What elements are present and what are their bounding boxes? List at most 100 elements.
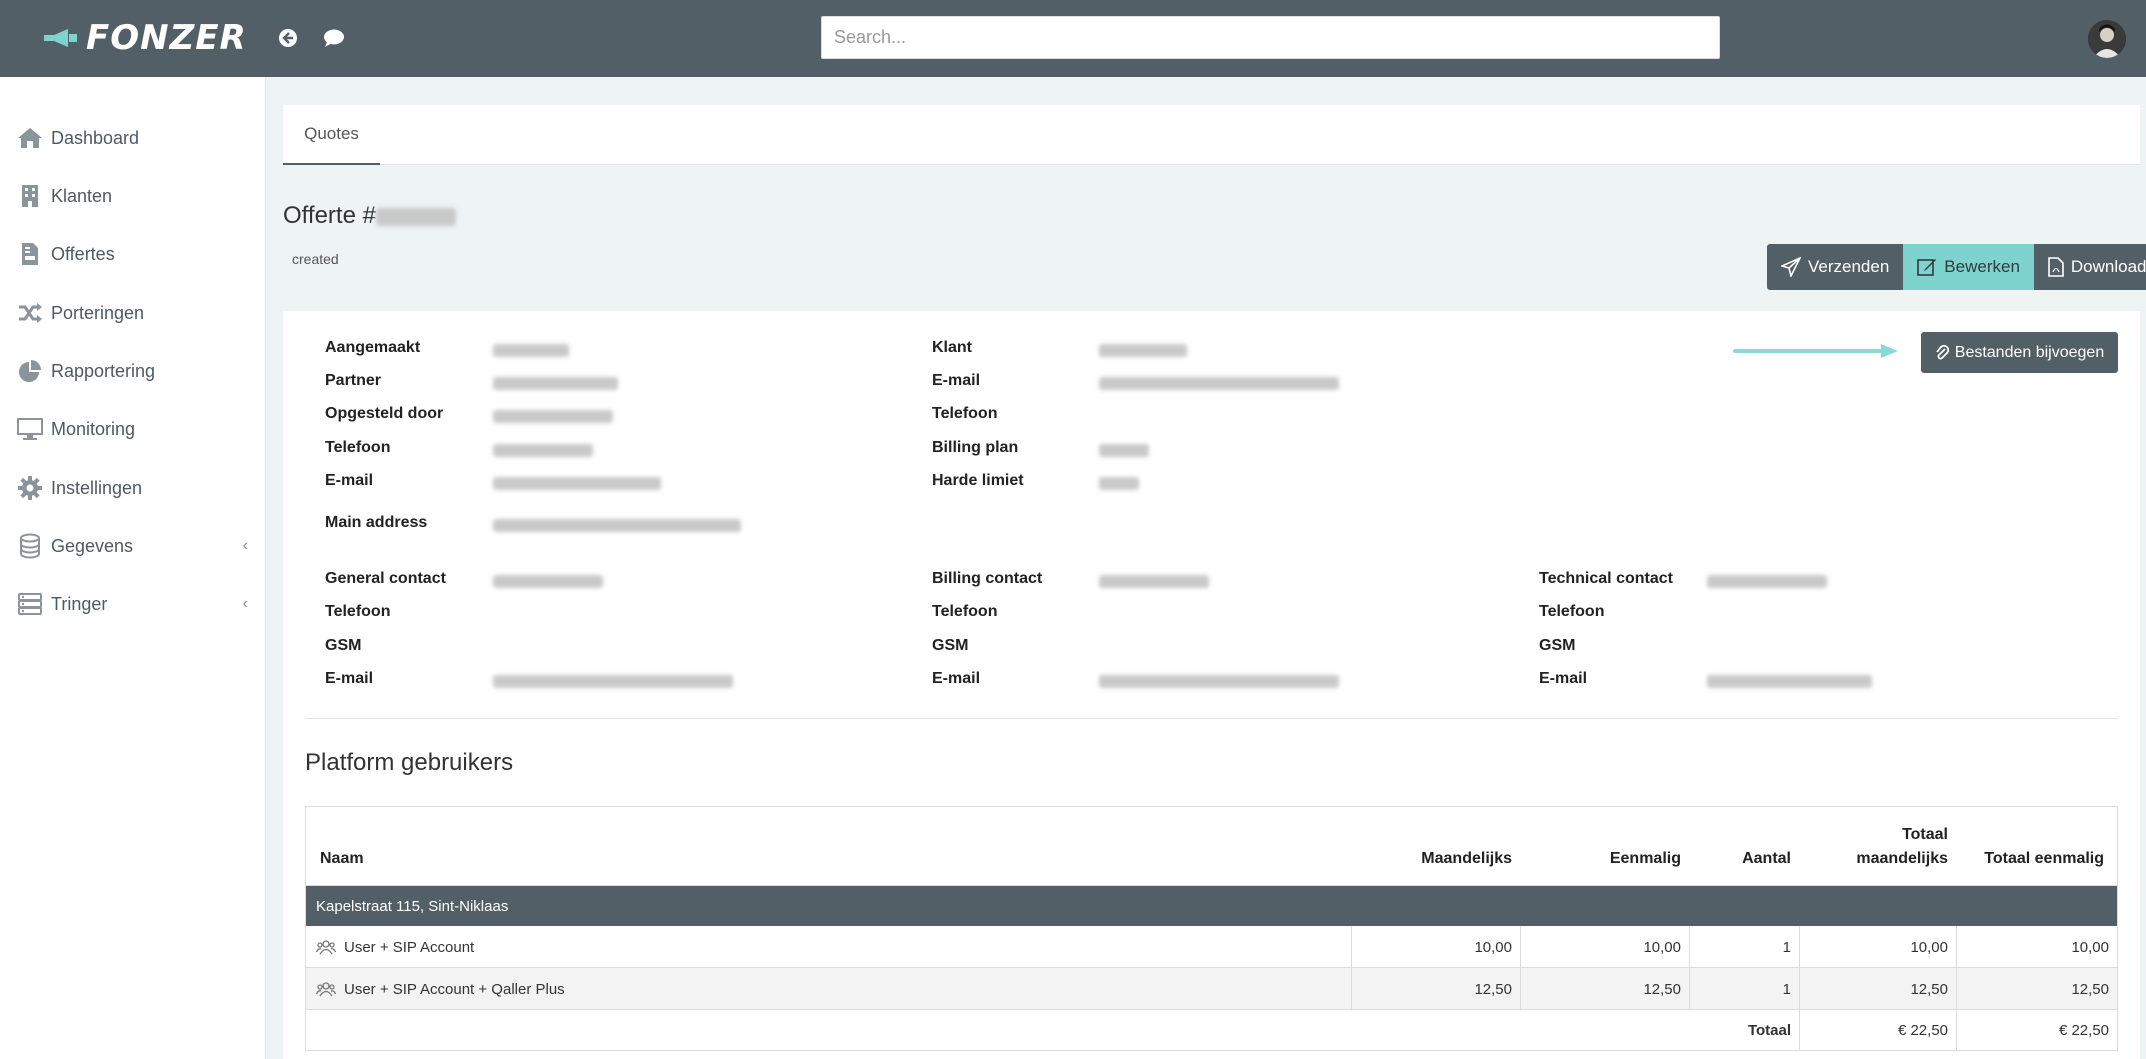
sidebar: Dashboard Klanten Offertes Porteringen R… bbox=[0, 77, 266, 1059]
section-title: Platform gebruikers bbox=[305, 749, 514, 776]
table-row[interactable]: User + SIP Account 10,00 10,00 1 10,00 1… bbox=[306, 926, 2117, 968]
redacted-value bbox=[1099, 344, 1187, 357]
label-email: E-mail bbox=[325, 670, 374, 687]
sidebar-item-porteringen[interactable]: Porteringen bbox=[0, 291, 266, 335]
label-main-address: Main address bbox=[325, 514, 428, 531]
file-pdf-icon bbox=[2048, 257, 2064, 277]
database-icon bbox=[16, 533, 44, 559]
cell-maandelijks: 12,50 bbox=[1352, 968, 1521, 1010]
redacted-value bbox=[1099, 575, 1209, 588]
cell-aantal: 1 bbox=[1690, 926, 1800, 968]
label-harde-limiet: Harde limiet bbox=[932, 472, 1024, 489]
label-email: E-mail bbox=[1539, 670, 1588, 687]
logo[interactable]: FONZER bbox=[44, 18, 247, 58]
label-technical-contact: Technical contact bbox=[1539, 570, 1673, 587]
column-header-aantal: Aantal bbox=[1742, 850, 1791, 867]
sidebar-item-label: Porteringen bbox=[51, 302, 145, 323]
attach-files-button[interactable]: Bestanden bijvoegen bbox=[1921, 332, 2118, 373]
send-button[interactable]: Verzenden bbox=[1767, 244, 1904, 290]
cell-name: User + SIP Account + Qaller Plus bbox=[306, 968, 1352, 1010]
sidebar-item-tringer[interactable]: Tringer ‹ bbox=[0, 582, 266, 626]
cell-totaal-eenmalig: 10,00 bbox=[2071, 938, 2109, 956]
chevron-left-icon: ‹ bbox=[242, 595, 248, 612]
label-telefoon: Telefoon bbox=[325, 603, 391, 620]
sidebar-item-monitoring[interactable]: Monitoring bbox=[0, 407, 266, 451]
redacted-value bbox=[1707, 675, 1872, 688]
sidebar-item-label: Gegevens bbox=[51, 535, 134, 556]
row-name: User + SIP Account bbox=[344, 938, 475, 956]
search-input[interactable] bbox=[821, 16, 1720, 59]
column-header-totaal-maandelijks: Totaal maandelijks bbox=[1856, 823, 1948, 871]
cell-totaal-eenmalig: 12,50 bbox=[2071, 980, 2109, 998]
tab-quotes[interactable]: Quotes bbox=[283, 105, 380, 165]
label-email: E-mail bbox=[325, 472, 374, 489]
column-header-totaal-eenmalig: Totaal eenmalig bbox=[1984, 850, 2104, 867]
label-telefoon: Telefoon bbox=[1539, 603, 1605, 620]
edit-button[interactable]: Bewerken bbox=[1903, 244, 2034, 290]
sidebar-item-instellingen[interactable]: Instellingen bbox=[0, 466, 266, 510]
column-header-naam: Naam bbox=[320, 850, 364, 867]
megaphone-icon bbox=[44, 29, 77, 47]
paperclip-icon bbox=[1936, 344, 1949, 359]
row-name: User + SIP Account + Qaller Plus bbox=[344, 980, 565, 998]
sidebar-item-dashboard[interactable]: Dashboard bbox=[0, 116, 266, 160]
back-arrow-icon[interactable] bbox=[274, 24, 302, 52]
sidebar-item-label: Offertes bbox=[51, 243, 115, 264]
redacted-value bbox=[493, 377, 618, 390]
label-general-contact: General contact bbox=[325, 570, 446, 587]
cell-aantal: 1 bbox=[1690, 968, 1800, 1010]
label-partner: Partner bbox=[325, 372, 382, 389]
redacted-quote-number bbox=[375, 207, 456, 226]
sidebar-item-label: Tringer bbox=[51, 593, 108, 614]
users-icon bbox=[316, 940, 336, 955]
total-maandelijks: € 22,50 bbox=[1800, 1010, 1957, 1050]
label-gsm: GSM bbox=[932, 637, 969, 654]
download-button[interactable]: Download bbox=[2033, 244, 2146, 290]
redacted-value bbox=[493, 675, 733, 688]
download-label: Download bbox=[2070, 257, 2146, 276]
redacted-value bbox=[493, 410, 613, 423]
chat-bubble-icon[interactable] bbox=[320, 24, 348, 52]
label-email: E-mail bbox=[932, 372, 981, 389]
sidebar-item-klanten[interactable]: Klanten bbox=[0, 174, 266, 218]
edit-label: Bewerken bbox=[1944, 257, 2020, 276]
redacted-value bbox=[1707, 575, 1827, 588]
avatar[interactable] bbox=[2088, 20, 2126, 58]
cell-eenmalig: 12,50 bbox=[1521, 968, 1690, 1010]
cell-totaal-maandelijks: 12,50 bbox=[1800, 968, 1957, 1010]
quote-title-prefix: Offerte # bbox=[283, 202, 376, 229]
building-icon bbox=[16, 183, 44, 209]
table-total-row: Totaal € 22,50 € 22,50 bbox=[306, 1010, 2117, 1050]
sidebar-item-offertes[interactable]: Offertes bbox=[0, 232, 266, 276]
sidebar-item-rapportering[interactable]: Rapportering bbox=[0, 349, 266, 393]
edit-icon bbox=[1917, 259, 1937, 276]
table-row[interactable]: User + SIP Account + Qaller Plus 12,50 1… bbox=[306, 968, 2117, 1010]
sidebar-item-label: Monitoring bbox=[51, 418, 136, 439]
cell-totaal-maandelijks: 10,00 bbox=[1800, 926, 1957, 968]
redacted-value bbox=[493, 444, 593, 457]
logo-text: FONZER bbox=[86, 18, 247, 58]
label-klant: Klant bbox=[932, 339, 972, 356]
sidebar-item-gegevens[interactable]: Gegevens ‹ bbox=[0, 524, 266, 568]
shuffle-icon bbox=[16, 300, 44, 326]
divider bbox=[305, 718, 2118, 719]
redacted-value bbox=[1099, 675, 1339, 688]
status-badge: created bbox=[292, 251, 339, 267]
pie-chart-icon bbox=[16, 358, 44, 384]
sidebar-item-label: Klanten bbox=[51, 185, 113, 206]
paper-plane-icon bbox=[1781, 257, 1801, 277]
label-telefoon: Telefoon bbox=[325, 439, 391, 456]
header-line: maandelijks bbox=[1856, 850, 1948, 867]
action-button-group: Verzenden Bewerken Download bbox=[1767, 244, 2146, 290]
sidebar-item-label: Rapportering bbox=[51, 360, 156, 381]
redacted-value bbox=[1099, 377, 1339, 390]
label-billing-contact: Billing contact bbox=[932, 570, 1043, 587]
header-line: Totaal bbox=[1902, 826, 1948, 843]
top-bar: FONZER bbox=[0, 0, 2146, 77]
total-label: Totaal bbox=[1690, 1010, 1800, 1050]
arrow-right-icon bbox=[1733, 344, 1898, 358]
home-icon bbox=[16, 125, 44, 151]
monitor-icon bbox=[16, 416, 44, 442]
label-telefoon: Telefoon bbox=[932, 405, 998, 422]
cell-name: User + SIP Account bbox=[306, 926, 1352, 968]
